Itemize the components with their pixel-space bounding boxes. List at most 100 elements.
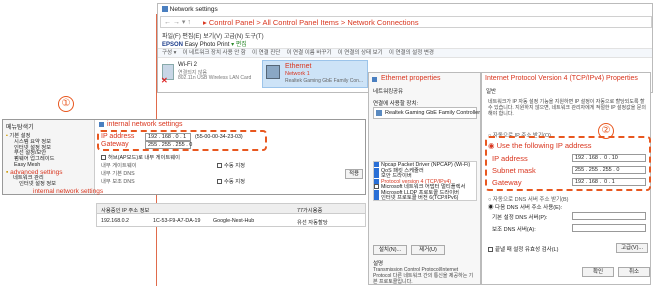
table-cell: 192.168.0.2: [101, 218, 129, 224]
cmd-organize[interactable]: 구성 ▾: [162, 50, 176, 56]
dhcp-option[interactable]: 허브(AP모드)로 내부 게이트웨이: [101, 153, 180, 161]
dns2-label: 보조 DNS 서버(A):: [492, 227, 536, 233]
router-ip-label: IP address: [101, 133, 135, 140]
checkbox-icon: [101, 155, 106, 161]
checkbox-icon[interactable]: [374, 184, 379, 189]
marker-1: ①: [58, 96, 74, 112]
wifi-name: Wi-Fi 2: [178, 62, 197, 68]
use-ip-radio[interactable]: ◉ Use the following IP address: [488, 141, 592, 150]
checkbox-icon[interactable]: [374, 178, 379, 184]
ip-usage-table: 사용중인 IP 주소 정보 77가시용중 192.168.0.2 1C-53-F…: [96, 203, 366, 227]
router-admin-window: 메뉴탐색기 ▪ 기본 설정 시스템 요약 정보 인터넷 설정 정보 무선 설정/…: [2, 119, 366, 195]
dns2-field[interactable]: [572, 224, 646, 232]
table-header: 사용중인 IP 주소 정보: [101, 208, 150, 214]
tab-sharing[interactable]: 공유: [393, 87, 403, 95]
address-bar[interactable]: ← → ▾ ↑ ▸ Control Panel > All Control Pa…: [160, 16, 652, 28]
cmd-disable[interactable]: 이 네트워크 장치 사용 안 함: [183, 50, 246, 56]
router-mac: (55-00-00-34-23-03): [195, 134, 243, 140]
checkbox-icon[interactable]: [374, 173, 379, 178]
cmd-rename[interactable]: 이 연결 이름 바꾸기: [286, 50, 331, 56]
nav-arrows-icon[interactable]: ← → ▾ ↑: [164, 18, 191, 26]
connect-using-label: 연결에 사용할 장치:: [373, 101, 419, 107]
manual-option[interactable]: 수동 지정: [217, 161, 245, 169]
ethernet-status: Network 1: [285, 71, 310, 77]
internal-network-panel: internal network settings IP address 192…: [97, 120, 365, 194]
table-cell: 1C-53-F9-A7-DA-19: [153, 218, 201, 224]
adapter-ethernet[interactable]: Ethernet Network 1 Realtek Gaming GbE Fa…: [262, 60, 368, 88]
wifi-device: 802.11n USB Wireless LAN Card: [178, 75, 252, 81]
tree-item-internal-network[interactable]: internal network settings: [33, 188, 103, 195]
menu-sidebar: 메뉴탐색기 ▪ 기본 설정 시스템 요약 정보 인터넷 설정 정보 무선 설정/…: [3, 120, 103, 195]
cmd-diagnose[interactable]: 이 연결 진단: [252, 50, 280, 56]
component-list: Npcap Packet Driver (NPCAP) (Wi-Fi) QoS …: [373, 161, 477, 201]
apply-button[interactable]: 적용: [345, 169, 363, 179]
auto-dns-radio[interactable]: ○ 자동으로 DNS 서버 주소 받기(B): [488, 195, 569, 203]
radio-on-icon: ◉: [488, 205, 494, 211]
router-gateway-field[interactable]: 255 . 255 . 255 . 0: [145, 141, 192, 149]
folder-icon: ▪: [6, 133, 8, 139]
checkbox-icon[interactable]: [374, 195, 379, 200]
crumb-control-panel[interactable]: Control Panel: [209, 18, 254, 27]
advanced-button[interactable]: 고급(V)...: [616, 243, 648, 253]
cmd-change-settings[interactable]: 이 연결의 설정 변경: [389, 50, 434, 56]
menu-tools[interactable]: 도구(T): [245, 34, 264, 40]
device-box: Realtek Gaming GbE Family Controller: [373, 107, 481, 119]
radio-on-icon: ◉: [488, 141, 495, 150]
device-name: Realtek Gaming GbE Family Controller: [385, 110, 481, 116]
menu-tree: ▪ 기본 설정 시스템 요약 정보 인터넷 설정 정보 무선 설정/보안 펌웨어…: [6, 133, 54, 169]
tab-general[interactable]: 일반: [486, 87, 496, 95]
row-label-dns1: 내부 기본 DNS: [101, 171, 135, 177]
tree-item[interactable]: Easy Mesh: [6, 162, 54, 169]
dns1-field[interactable]: [572, 212, 646, 220]
crumb-network-connections[interactable]: Network Connections: [347, 18, 418, 27]
use-dns-radio[interactable]: ◉ 다음 DNS 서버 주소 사용(E):: [488, 203, 562, 211]
mask-label: Subnet mask: [492, 166, 536, 175]
ipv4-properties-dialog: Internet Protocol Version 4 (TCP/IPv4) P…: [481, 72, 651, 285]
ok-button[interactable]: 확인: [582, 267, 614, 277]
checkbox-icon[interactable]: [374, 167, 379, 173]
gateway-field[interactable]: 192 . 168 . 0 . 1: [572, 178, 646, 186]
tab-networking[interactable]: 네트워킹: [373, 87, 393, 95]
manual-option[interactable]: 수동 지정: [217, 177, 245, 185]
description-text: Transmission Control Protocol/Internet P…: [373, 267, 474, 285]
menu-explorer-title: 메뉴탐색기: [6, 125, 34, 131]
panel-title: internal network settings: [107, 121, 183, 128]
ethernet-properties-title: Ethernet properties: [381, 75, 441, 82]
gateway-label: Gateway: [492, 178, 522, 187]
router-ip-field[interactable]: 192 . 168 . 0 . 1: [145, 133, 191, 141]
tree-item[interactable]: 인터넷 설정 정보: [13, 181, 56, 188]
cancel-button[interactable]: 취소: [618, 267, 650, 277]
adapter-wifi[interactable]: ✕ Wi-Fi 2 연결되지 않음 802.11n USB Wireless L…: [161, 62, 252, 88]
cmd-status[interactable]: 이 연결의 상태 보기: [338, 50, 383, 56]
ethernet-adapter-icon: [266, 65, 280, 79]
ipv4-description: 네트워크가 IP 자동 설정 기능을 지원하면 IP 설정이 자동으로 할당되도…: [488, 99, 646, 117]
remove-button[interactable]: 제거(U): [411, 245, 445, 255]
checkbox-icon: [217, 179, 222, 185]
ethernet-properties-icon: [372, 77, 377, 82]
breadcrumb: ▸ Control Panel > All Control Panel Item…: [203, 18, 419, 27]
command-bar: 구성 ▾ 이 네트워크 장치 사용 안 함 이 연결 진단 이 연결 이름 바꾸…: [158, 48, 652, 58]
checkbox-icon[interactable]: [374, 189, 379, 195]
printer-bar[interactable]: EPSON Easy Photo Print ▾ 편집: [162, 39, 247, 48]
list-item[interactable]: 인터넷 프로토콜 버전 6(TCP/IPv6): [374, 195, 476, 201]
install-button[interactable]: 설치(N)...: [373, 245, 407, 255]
nic-icon: [376, 110, 382, 116]
dns1-label: 기본 설정 DNS 서버(P):: [492, 215, 548, 221]
checkbox-icon[interactable]: [374, 162, 379, 167]
marker-2: ②: [598, 123, 614, 139]
ethernet-device: Realtek Gaming GbE Family Con...: [285, 78, 364, 84]
ethernet-properties-dialog: Ethernet properties 네트워킹 공유 연결에 사용할 장치: …: [368, 72, 481, 285]
validate-checkbox[interactable]: 끝낼 때 설정 유효성 검사(L): [488, 245, 558, 253]
ethernet-name: Ethernet: [285, 63, 312, 70]
table-header: 77가시용중: [297, 208, 323, 214]
table-cell: Google-Nest-Hub: [213, 218, 255, 224]
subnet-mask-field[interactable]: 255 . 255 . 255 . 0: [572, 166, 646, 174]
router-gateway-label: Gateway: [101, 141, 129, 148]
network-icon: [162, 6, 168, 13]
checkbox-icon: [217, 163, 222, 169]
advanced-subtree: 네트워크 관리 인터넷 설정 정보: [13, 175, 56, 188]
settings-icon: [99, 122, 104, 127]
ip-field[interactable]: 192 . 168 . 0 . 10: [572, 154, 646, 162]
checkbox-icon: [488, 247, 493, 253]
crumb-all-items[interactable]: All Control Panel Items: [262, 18, 338, 27]
